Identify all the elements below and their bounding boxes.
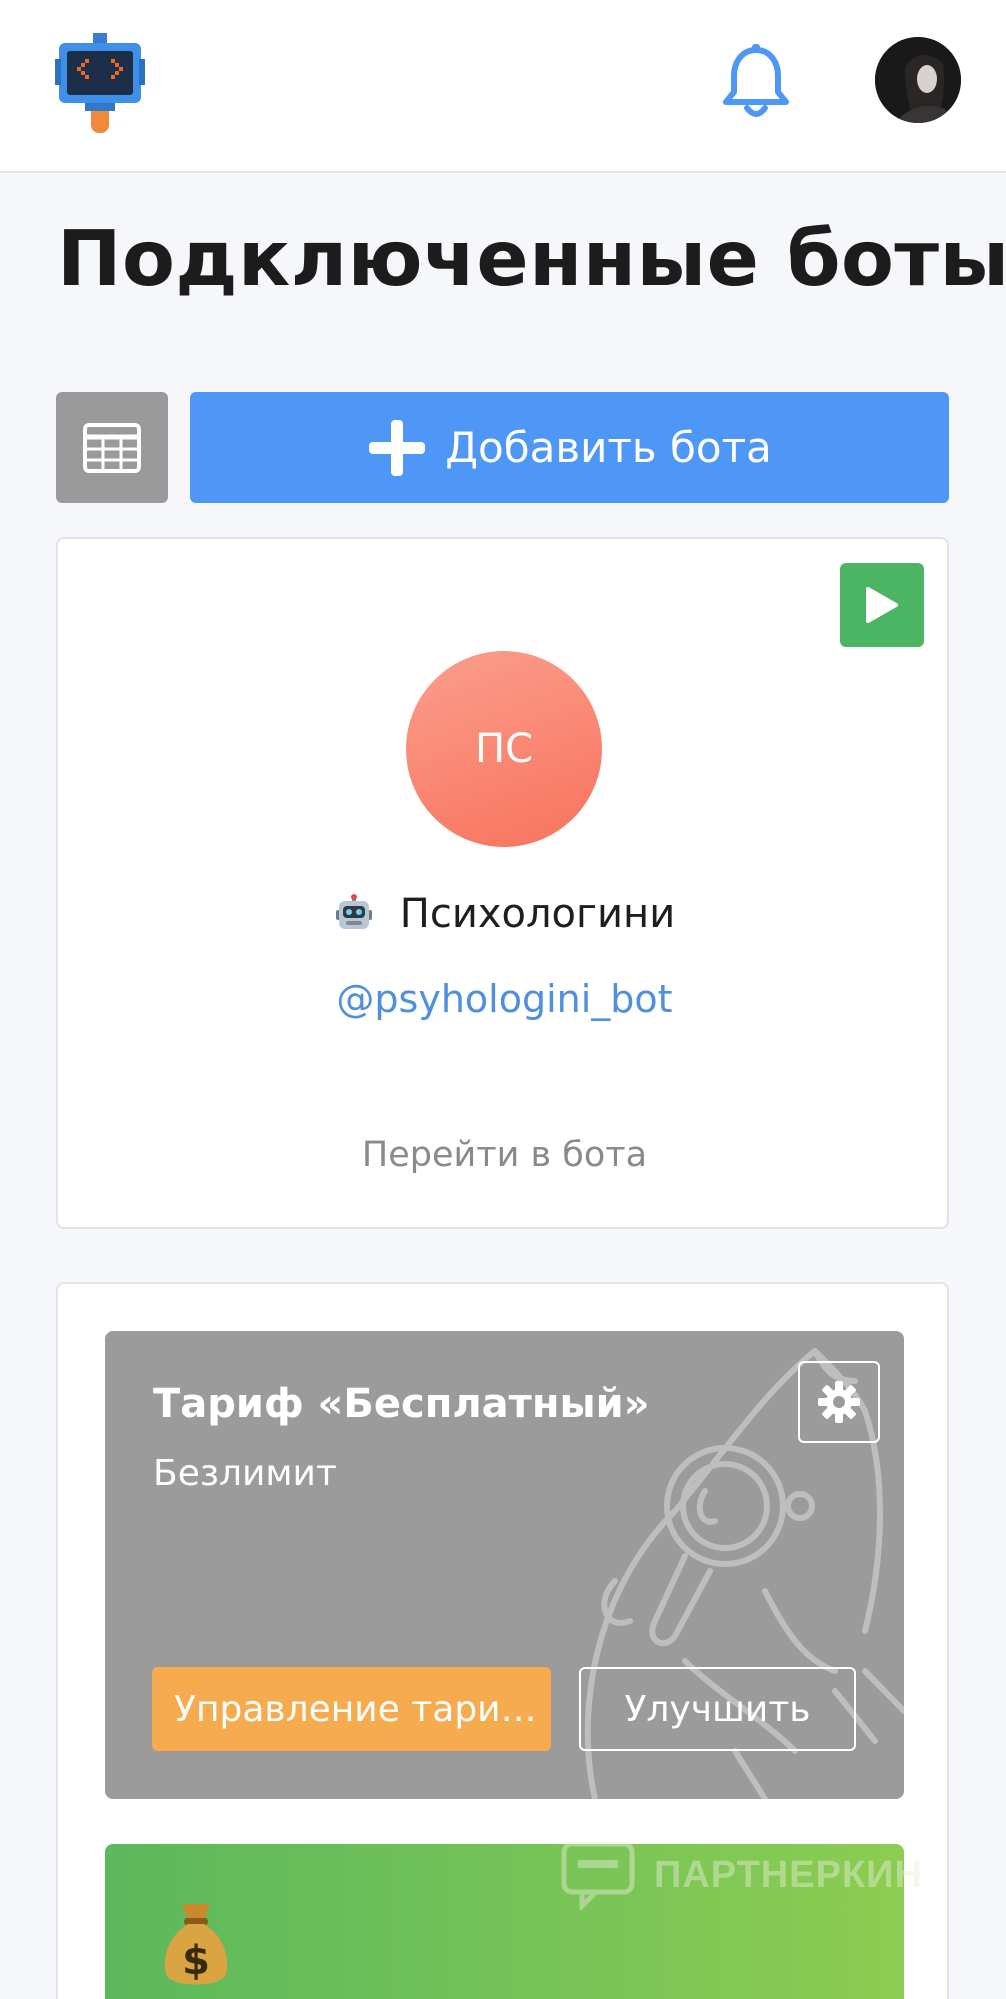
add-bot-label: Добавить бота <box>445 423 772 472</box>
tariff-settings-button[interactable] <box>798 1361 880 1443</box>
bot-avatar: ПС <box>406 651 602 847</box>
goto-bot-link[interactable]: Перейти в бота <box>58 1135 951 1175</box>
tariff-title: Тариф «Бесплатный» <box>153 1381 650 1427</box>
plus-icon <box>369 419 426 476</box>
watermark-text: ПАРТНЕРКИН <box>654 1853 923 1896</box>
gear-icon <box>818 1381 860 1423</box>
tariff-card: Тариф «Бесплатный» Безлимит Управление т… <box>105 1331 904 1799</box>
app-header <box>0 0 1006 173</box>
bell-icon[interactable] <box>720 44 792 122</box>
bot-name-row: Психологини <box>58 891 951 937</box>
start-bot-button[interactable] <box>840 563 924 647</box>
pixel-robot-logo-icon[interactable] <box>55 33 145 133</box>
play-icon <box>866 587 898 623</box>
user-avatar[interactable] <box>875 37 961 123</box>
money-bag-icon: $ <box>164 1904 228 1985</box>
svg-text:$: $ <box>182 1938 210 1984</box>
table-grid-icon <box>83 422 141 473</box>
page-title: Подключенные боты <box>57 215 1006 304</box>
add-bot-button[interactable]: Добавить бота <box>190 392 949 503</box>
watermark: ПАРТНЕРКИН <box>560 1840 923 1910</box>
bot-handle-link[interactable]: @psyhologini_bot <box>58 977 951 1021</box>
bot-name: Психологини <box>399 891 676 937</box>
bot-initials: ПС <box>474 726 533 772</box>
bot-card: ПС Психологини @psyhologini_bot Перейти … <box>56 537 949 1229</box>
chat-logo-icon <box>561 1841 635 1910</box>
robot-emoji-icon <box>335 894 372 929</box>
manage-tariff-button[interactable]: Управление тари… <box>152 1667 551 1751</box>
upgrade-button[interactable]: Улучшить <box>579 1667 856 1751</box>
table-view-button[interactable] <box>56 392 168 503</box>
tariff-subtitle: Безлимит <box>153 1453 337 1494</box>
